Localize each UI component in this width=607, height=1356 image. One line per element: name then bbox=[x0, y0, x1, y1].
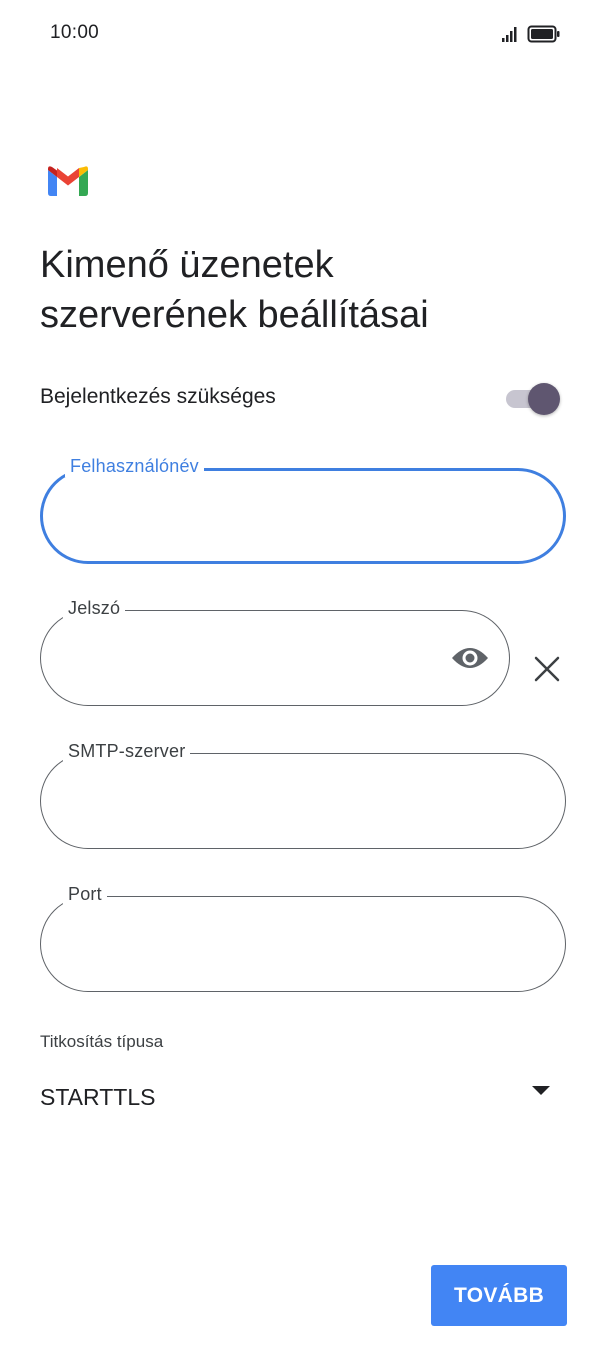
status-time: 10:00 bbox=[50, 22, 100, 43]
username-input[interactable] bbox=[71, 501, 475, 539]
login-required-toggle[interactable] bbox=[504, 380, 560, 416]
port-field[interactable]: Port bbox=[40, 884, 566, 992]
password-input[interactable] bbox=[69, 641, 413, 679]
smtp-server-input[interactable] bbox=[69, 784, 473, 822]
signal-icon bbox=[501, 25, 521, 48]
next-button[interactable]: TOVÁBB bbox=[431, 1265, 567, 1326]
gmail-logo bbox=[48, 166, 88, 196]
encryption-type-dropdown[interactable]: STARTTLS bbox=[40, 1074, 562, 1124]
port-label: Port bbox=[63, 884, 107, 905]
encryption-type-label: Titkosítás típusa bbox=[40, 1032, 164, 1051]
encryption-type-value: STARTTLS bbox=[40, 1084, 156, 1110]
page-title: Kimenő üzenetek szerverének beállításai bbox=[40, 240, 560, 340]
toggle-thumb bbox=[528, 383, 560, 415]
clear-close-icon[interactable] bbox=[532, 654, 562, 684]
status-icons bbox=[501, 24, 561, 49]
password-field[interactable]: Jelszó bbox=[40, 598, 510, 706]
smtp-server-label: SMTP-szerver bbox=[63, 741, 191, 762]
page-title-line2: szerverének beállításai bbox=[40, 294, 429, 336]
username-label: Felhasználónév bbox=[65, 456, 204, 477]
login-required-row: Bejelentkezés szükséges bbox=[40, 376, 562, 420]
smtp-server-field[interactable]: SMTP-szerver bbox=[40, 741, 566, 849]
show-password-eye-icon[interactable] bbox=[451, 644, 489, 672]
username-field[interactable]: Felhasználónév bbox=[40, 456, 566, 564]
dropdown-arrow-icon bbox=[532, 1086, 550, 1095]
login-required-label: Bejelentkezés szükséges bbox=[40, 385, 276, 408]
status-bar: 10:00 bbox=[0, 0, 607, 70]
battery-icon bbox=[527, 24, 561, 49]
page-title-line1: Kimenő üzenetek bbox=[40, 244, 334, 286]
password-label: Jelszó bbox=[63, 598, 126, 619]
port-input[interactable] bbox=[69, 927, 473, 965]
